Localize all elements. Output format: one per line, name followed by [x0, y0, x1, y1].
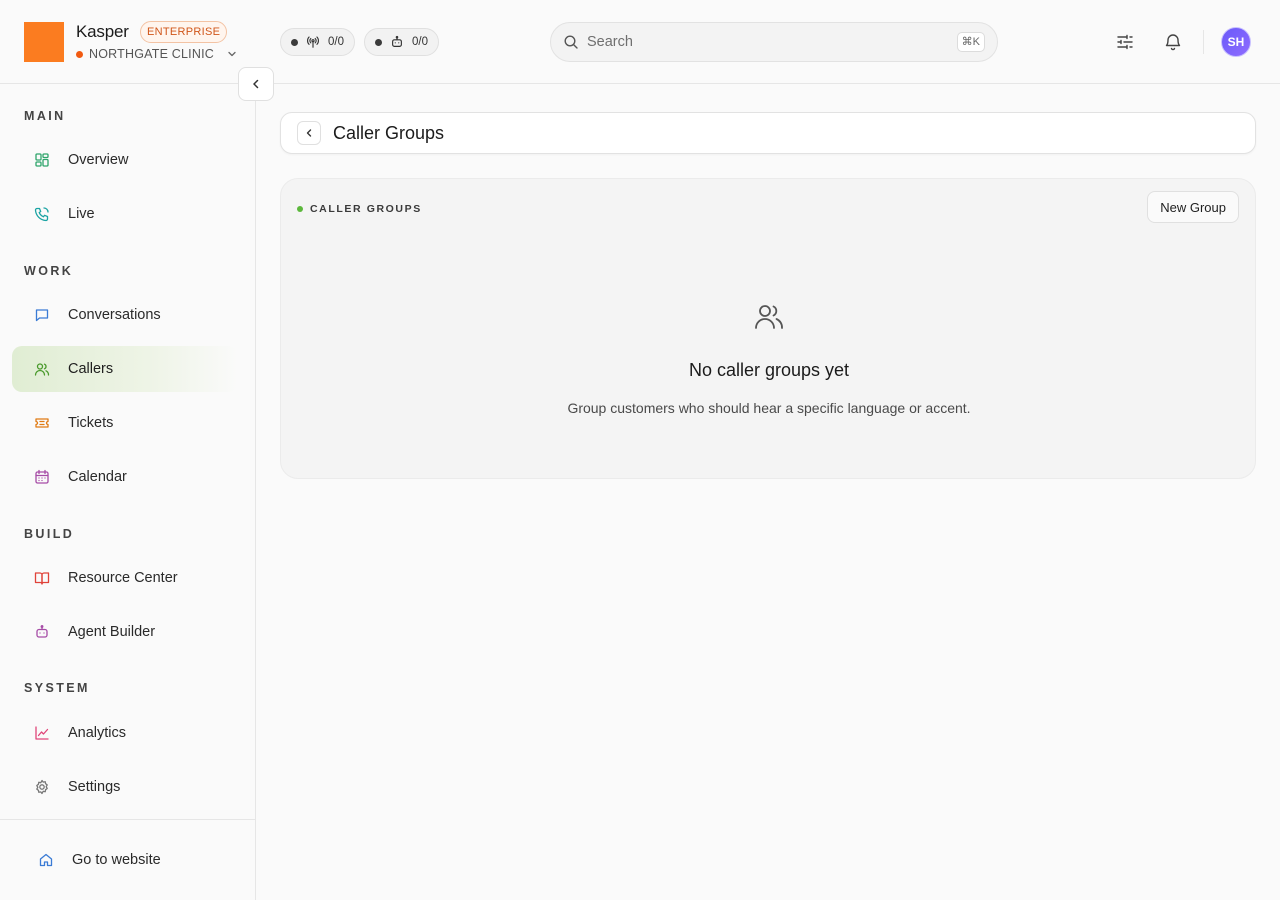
org-switcher[interactable]: NORTHGATE CLINIC [76, 47, 238, 61]
search-input[interactable] [587, 34, 957, 50]
sidebar-item-settings[interactable]: Settings [12, 764, 238, 810]
live-calls-pill[interactable]: 0/0 [280, 28, 355, 56]
chevron-left-icon [306, 129, 312, 137]
sidebar-item-label: Settings [68, 779, 121, 795]
sidebar-item-calendar[interactable]: Calendar [12, 454, 238, 500]
users-icon [755, 305, 783, 329]
sidebar-item-label: Overview [68, 152, 129, 168]
phone-icon [34, 207, 49, 222]
section-label-system: SYSTEM [24, 681, 90, 695]
sidebar-item-callers[interactable]: Callers [12, 346, 238, 392]
notifications-button[interactable] [1161, 30, 1185, 54]
card-label: CALLER GROUPS [297, 203, 422, 215]
gear-icon [36, 779, 48, 795]
top-divider [1203, 30, 1204, 54]
sidebar-item-label: Analytics [68, 725, 127, 741]
robot-icon [392, 35, 402, 47]
sidebar-item-label: Go to website [72, 852, 161, 868]
search-bar[interactable]: ⌘K [550, 22, 998, 62]
sidebar-item-tickets[interactable]: Tickets [12, 400, 238, 446]
sidebar-item-label: Calendar [68, 469, 127, 485]
page-title: Caller Groups [333, 122, 445, 143]
sidebar-item-label: Conversations [68, 307, 161, 323]
org-name: NORTHGATE CLINIC [89, 47, 214, 61]
chevron-left-icon [253, 79, 259, 89]
book-icon [34, 572, 50, 585]
ticket-icon [35, 418, 49, 428]
status-dot [297, 206, 303, 212]
robot-icon [36, 625, 48, 638]
live-calls-count: 0/0 [328, 36, 344, 48]
caller-groups-card: CALLER GROUPS New Group No caller groups… [280, 178, 1256, 479]
calendar-icon [35, 469, 49, 484]
home-icon [39, 853, 53, 867]
agents-pill[interactable]: 0/0 [364, 28, 439, 56]
sidebar-item-agent-builder[interactable]: Agent Builder [12, 609, 238, 655]
filters-button[interactable] [1113, 30, 1137, 54]
sidebar-item-go-to-website[interactable]: Go to website [16, 837, 242, 883]
app-logo[interactable] [24, 22, 64, 62]
back-button[interactable] [297, 121, 321, 145]
org-status-dot [76, 50, 83, 58]
section-label-build: BUILD [24, 527, 75, 541]
app-name: Kasper [76, 22, 129, 41]
empty-state-title: No caller groups yet [688, 360, 850, 380]
agents-count: 0/0 [412, 36, 428, 48]
sidebar: MAIN Overview Live WORK Conversations Ca… [0, 84, 256, 900]
grid-icon [35, 153, 49, 167]
sidebar-item-label: Agent Builder [68, 624, 156, 640]
section-label-work: WORK [24, 264, 74, 278]
chat-icon [35, 309, 49, 322]
status-dot [375, 38, 382, 46]
sidebar-item-label: Resource Center [68, 570, 178, 586]
section-label-main: MAIN [24, 109, 66, 123]
chevron-down-icon [228, 51, 236, 57]
card-label-text: CALLER GROUPS [310, 203, 422, 215]
antenna-icon [307, 36, 319, 48]
chart-line-icon [35, 726, 49, 740]
sidebar-item-label: Live [68, 206, 95, 222]
sidebar-item-label: Callers [68, 361, 114, 377]
plan-badge: ENTERPRISE [140, 21, 228, 43]
page-header: Caller Groups [280, 112, 1256, 154]
sidebar-divider [0, 819, 255, 820]
sidebar-item-conversations[interactable]: Conversations [12, 292, 238, 338]
new-group-button[interactable]: New Group [1147, 191, 1239, 223]
search-shortcut: ⌘K [956, 32, 985, 52]
status-dot [291, 38, 298, 46]
sidebar-item-analytics[interactable]: Analytics [12, 710, 238, 756]
collapse-sidebar-button[interactable] [238, 67, 274, 101]
empty-state-description: Group customers who should hear a specif… [567, 400, 971, 416]
sidebar-item-live[interactable]: Live [12, 191, 238, 237]
user-avatar[interactable]: SH [1221, 27, 1251, 57]
users-icon [34, 363, 50, 376]
sidebar-item-overview[interactable]: Overview [12, 137, 238, 183]
sliders-icon [1117, 34, 1133, 50]
top-bar: Kasper ENTERPRISE NORTHGATE CLINIC 0/0 0… [0, 0, 1280, 84]
sidebar-item-label: Tickets [68, 415, 114, 431]
search-icon [564, 35, 578, 49]
sidebar-item-resource-center[interactable]: Resource Center [12, 555, 238, 601]
bell-icon [1165, 34, 1181, 51]
